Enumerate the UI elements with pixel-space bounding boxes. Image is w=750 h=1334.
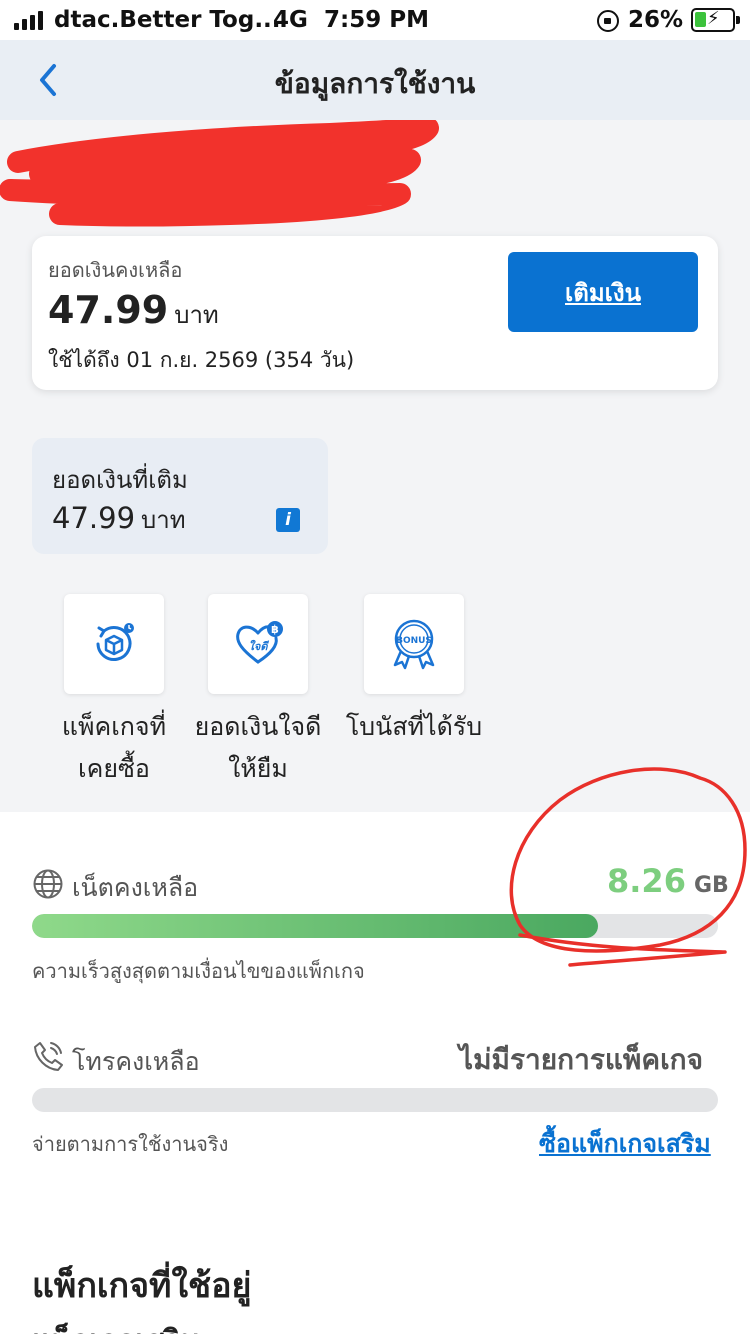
kind-loan-label: ยอดเงินใจดี ให้ยืม	[183, 706, 333, 790]
charging-bolt-icon: ⚡	[707, 8, 720, 29]
kind-loan-label-line2: ให้ยืม	[228, 754, 288, 783]
bonus-icon-text: BONUS	[396, 636, 432, 646]
topup-button[interactable]: เติมเงิน	[508, 252, 698, 332]
package-history-label-line1: แพ็คเกจที่	[61, 712, 167, 741]
package-history-label-line2: เคยซื้อ	[78, 754, 150, 783]
voice-remaining-label: โทรคงเหลือ	[72, 1047, 200, 1076]
battery-percent: 26%	[628, 7, 684, 33]
balance-amount: 47.99 บาท	[48, 288, 219, 334]
internet-remaining-label: เน็ตคงเหลือ	[72, 873, 199, 902]
bonus-received-label-line1: โบนัสที่ได้รับ	[345, 712, 483, 741]
nav-bar: ข้อมูลการใช้งาน	[0, 40, 750, 120]
bonus-received-button[interactable]: BONUS	[364, 594, 464, 694]
internet-unit: GB	[693, 873, 729, 898]
carrier-name: dtac.Better Tog...	[54, 7, 281, 33]
balance-value: 47.99	[48, 288, 169, 332]
internet-value: 8.26	[607, 862, 686, 900]
pay-per-use-note: จ่ายตามการใช้งานจริง	[32, 1132, 229, 1156]
heart-baht-icon: ใจดี ฿	[236, 621, 283, 664]
signal-strength-icon	[14, 11, 43, 30]
battery-icon: ⚡	[691, 8, 740, 32]
validity-date: ใช้ได้ถึง 01 ก.ย. 2569 (354 วัน)	[48, 348, 355, 372]
kind-loan-label-line1: ยอดเงินใจดี	[194, 712, 322, 741]
topup-amount: 47.99 บาท	[52, 500, 186, 539]
phone-icon	[34, 1042, 63, 1071]
internet-remaining-value: 8.26 GB	[607, 862, 729, 900]
status-bar: dtac.Better Tog... 4G 7:59 PM 26% ⚡	[0, 0, 750, 40]
package-history-label: แพ็คเกจที่ เคยซื้อ	[39, 706, 189, 790]
balance-label: ยอดเงินคงเหลือ	[48, 258, 183, 282]
account-summary-section: ยอดเงินคงเหลือ 47.99 บาท ใช้ได้ถึง 01 ก.ย…	[0, 120, 750, 812]
balance-unit: บาท	[174, 301, 219, 329]
balance-card: ยอดเงินคงเหลือ 47.99 บาท ใช้ได้ถึง 01 ก.ย…	[32, 236, 718, 390]
svg-text:฿: ฿	[271, 623, 279, 636]
voice-package-status: ไม่มีรายการแพ็คเกจ	[459, 1043, 704, 1076]
topup-amount-unit: บาท	[141, 506, 186, 534]
clock: 7:59 PM	[324, 7, 429, 33]
voice-progress-bar	[32, 1088, 718, 1112]
topup-amount-card: ยอดเงินที่เติม 47.99 บาท i	[32, 438, 328, 554]
bonus-ribbon-icon: BONUS	[393, 619, 435, 670]
internet-progress-fill	[32, 914, 598, 938]
heart-icon-text: ใจดี	[249, 639, 270, 653]
package-history-icon	[96, 623, 134, 661]
topup-amount-label: ยอดเงินที่เติม	[52, 466, 188, 494]
network-type: 4G	[273, 7, 308, 33]
redaction-scribble	[0, 120, 439, 227]
kind-loan-button[interactable]: ใจดี ฿	[208, 594, 308, 694]
bonus-received-label: โบนัสที่ได้รับ	[339, 706, 489, 748]
globe-icon	[33, 869, 63, 899]
info-icon[interactable]: i	[276, 508, 300, 532]
internet-progress-bar	[32, 914, 718, 938]
page-title: ข้อมูลการใช้งาน	[274, 67, 476, 100]
battery-level	[695, 12, 706, 27]
rotation-lock-icon	[597, 10, 619, 32]
package-history-button[interactable]	[64, 594, 164, 694]
buy-addon-package-link[interactable]: ซื้อแพ็กเกจเสริม	[539, 1124, 711, 1164]
active-packages-title: แพ็กเกจที่ใช้อยู่	[32, 1266, 252, 1306]
internet-speed-note: ความเร็วสูงสุดตามเงื่อนไขของแพ็กเกจ	[32, 959, 365, 983]
addon-packages-subtitle: แพ็กเกจเสริม	[32, 1318, 200, 1334]
topup-amount-value: 47.99	[52, 501, 136, 535]
